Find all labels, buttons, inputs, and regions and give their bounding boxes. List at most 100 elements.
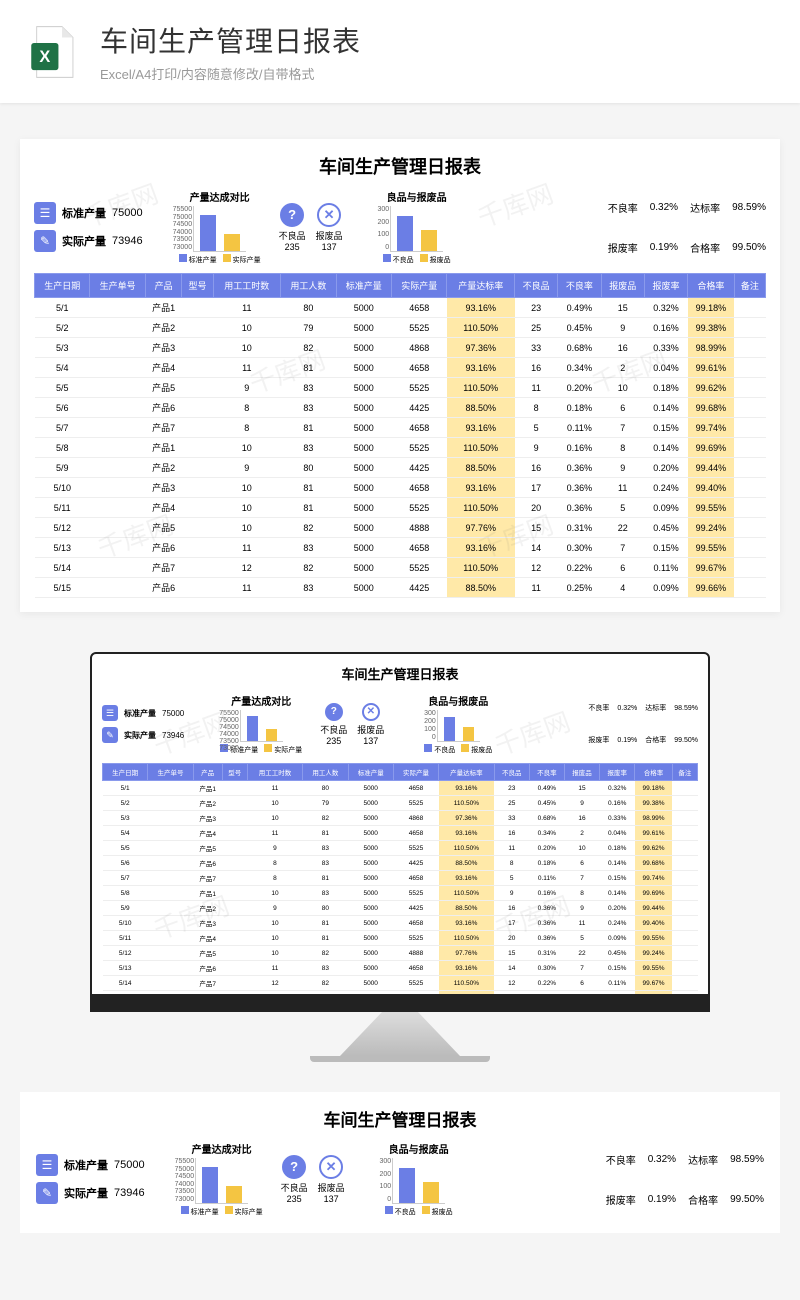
table-row: 5/10产品310815000465893.16%170.36%110.24%9… xyxy=(35,478,766,498)
close-circle-icon: ✕ xyxy=(362,703,380,721)
calendar-icon: ☰ xyxy=(102,705,118,721)
question-icon: ? xyxy=(325,703,343,721)
table-header: 标准产量 xyxy=(348,764,393,781)
table-header: 用工人数 xyxy=(281,274,336,298)
table-header: 产品 xyxy=(193,764,222,781)
table-header: 备注 xyxy=(672,764,697,781)
act-output-label: 实际产量 xyxy=(64,1185,108,1201)
close-circle-icon: ✕ xyxy=(317,203,341,227)
table-row: 5/14产品7128250005525110.50%120.22%60.11%9… xyxy=(103,976,698,991)
std-output-value: 75000 xyxy=(114,1159,145,1171)
table-header: 产量达标率 xyxy=(447,274,515,298)
rate-summary: 不良率0.32%达标率98.59% 报废率0.19%合格率99.50% xyxy=(606,1141,764,1217)
table-header: 生产单号 xyxy=(148,764,193,781)
act-output-value: 73946 xyxy=(114,1187,145,1199)
table-header: 生产单号 xyxy=(90,274,145,298)
table-row: 5/15产品611835000442588.50%110.25%40.09%99… xyxy=(103,991,698,1006)
chart-defect-scrap: 良品与报废品 3002001000 不良品报废品 xyxy=(424,693,492,755)
table-header: 实际产量 xyxy=(393,764,438,781)
table-header: 用工工时数 xyxy=(247,764,302,781)
question-icon: ? xyxy=(280,203,304,227)
table-header: 产量达标率 xyxy=(439,764,494,781)
std-output-value: 75000 xyxy=(162,709,184,718)
chart-defect-scrap: 良品与报废品 3002001000 不良品报废品 xyxy=(383,189,451,265)
report-title: 车间生产管理日报表 xyxy=(102,664,698,683)
production-table: 生产日期生产单号产品型号用工工时数用工人数标准产量实际产量产量达标率不良品不良率… xyxy=(102,763,698,1006)
table-header: 用工人数 xyxy=(303,764,348,781)
table-row: 5/2产品2107950005525110.50%250.45%90.16%99… xyxy=(35,318,766,338)
chart-output-compare: 产量达成对比 755007500074500740007350073000 标准… xyxy=(181,1141,263,1217)
act-output-value: 73946 xyxy=(112,235,143,247)
table-row: 5/6产品68835000442588.50%80.18%60.14%99.68… xyxy=(103,856,698,871)
summary-row: ☰标准产量75000 ✎实际产量73946 产量达成对比 75500750007… xyxy=(34,189,766,265)
act-output-label: 实际产量 xyxy=(62,233,106,249)
table-header: 实际产量 xyxy=(391,274,446,298)
table-row: 5/14产品7128250005525110.50%120.22%60.11%9… xyxy=(35,558,766,578)
table-row: 5/13产品611835000465893.16%140.30%70.15%99… xyxy=(103,961,698,976)
table-row: 5/7产品78815000465893.16%50.11%70.15%99.74… xyxy=(103,871,698,886)
checklist-icon: ✎ xyxy=(36,1182,58,1204)
table-row: 5/5产品598350005525110.50%110.20%100.18%99… xyxy=(103,841,698,856)
report-title: 车间生产管理日报表 xyxy=(34,153,766,179)
excel-file-icon: X xyxy=(24,23,82,81)
summary-row: ☰标准产量75000 ✎实际产量73946 产量达成对比 75500750007… xyxy=(102,693,698,755)
table-header: 用工工时数 xyxy=(213,274,281,298)
checklist-icon: ✎ xyxy=(102,727,118,743)
table-row: 5/11产品4108150005525110.50%200.36%50.09%9… xyxy=(103,931,698,946)
table-header: 不良品 xyxy=(494,764,529,781)
table-row: 5/1产品111805000465893.16%230.49%150.32%99… xyxy=(35,298,766,318)
std-output-label: 标准产量 xyxy=(64,1157,108,1173)
table-header: 合格率 xyxy=(635,764,673,781)
kpi-block: ☰ 标准产量 75000 ✎ 实际产量 73946 xyxy=(102,693,184,755)
table-header: 标准产量 xyxy=(336,274,391,298)
table-row: 5/6产品68835000442588.50%80.18%60.14%99.68… xyxy=(35,398,766,418)
act-output-label: 实际产量 xyxy=(124,730,156,741)
table-row: 5/9产品29805000442588.50%160.36%90.20%99.4… xyxy=(103,901,698,916)
std-output-label: 标准产量 xyxy=(62,205,106,221)
page-title: 车间生产管理日报表 xyxy=(100,20,361,60)
table-row: 5/10产品310815000465893.16%170.36%110.24%9… xyxy=(103,916,698,931)
header-text: 车间生产管理日报表 Excel/A4打印/内容随意修改/自带格式 xyxy=(100,20,361,83)
std-output-label: 标准产量 xyxy=(124,708,156,719)
report-title: 车间生产管理日报表 xyxy=(36,1106,764,1131)
checklist-icon: ✎ xyxy=(34,230,56,252)
template-preview-large: 千库网 千库网 千库网 千库网 千库网 千库网 车间生产管理日报表 ☰标准产量7… xyxy=(20,139,780,612)
table-row: 5/3产品310825000486897.36%330.68%160.33%98… xyxy=(35,338,766,358)
template-preview-strip: 车间生产管理日报表 ☰ 标准产量 75000 ✎ 实际产量 73946 产量达成对比 7… xyxy=(20,1092,780,1233)
monitor-screen: 千库网 千库网 千库网 千库网 车间生产管理日报表 ☰标准产量75000 ✎实际… xyxy=(90,652,710,1012)
table-header: 产品 xyxy=(145,274,182,298)
table-header: 报废品 xyxy=(564,764,599,781)
table-header: 合格率 xyxy=(688,274,735,298)
table-header: 生产日期 xyxy=(35,274,90,298)
table-row: 5/15产品611835000442588.50%110.25%40.09%99… xyxy=(35,578,766,598)
question-icon: ? xyxy=(282,1155,306,1179)
close-circle-icon: ✕ xyxy=(319,1155,343,1179)
table-header: 报废率 xyxy=(600,764,635,781)
table-row: 5/3产品310825000486897.36%330.68%160.33%98… xyxy=(103,811,698,826)
table-header: 生产日期 xyxy=(103,764,148,781)
table-row: 5/1产品111805000465893.16%230.49%150.32%99… xyxy=(103,781,698,796)
chart-output-compare: 产量达成对比 755007500074500740007350073000 标准… xyxy=(179,189,261,265)
table-header: 不良品 xyxy=(515,274,558,298)
table-row: 5/5产品598350005525110.50%110.20%100.18%99… xyxy=(35,378,766,398)
table-header: 备注 xyxy=(734,274,765,298)
stat-icons: ?不良品235 ✕报废品137 xyxy=(281,1141,345,1217)
table-row: 5/4产品411815000465893.16%160.34%20.04%99.… xyxy=(35,358,766,378)
table-row: 5/12产品510825000488897.76%150.31%220.45%9… xyxy=(103,946,698,961)
table-row: 5/7产品78815000465893.16%50.11%70.15%99.74… xyxy=(35,418,766,438)
page-subtitle: Excel/A4打印/内容随意修改/自带格式 xyxy=(100,64,361,83)
table-header: 报废品 xyxy=(601,274,644,298)
rate-summary: 不良率0.32%达标率98.59% 报废率0.19%合格率99.50% xyxy=(608,189,766,265)
act-output-value: 73946 xyxy=(162,731,184,740)
std-output-value: 75000 xyxy=(112,207,143,219)
svg-text:X: X xyxy=(39,47,50,65)
header-banner: X 车间生产管理日报表 Excel/A4打印/内容随意修改/自带格式 xyxy=(0,0,800,103)
calendar-icon: ☰ xyxy=(36,1154,58,1176)
table-row: 5/8产品1108350005525110.50%90.16%80.14%99.… xyxy=(35,438,766,458)
rate-summary: 不良率0.32%达标率98.59% 报废率0.19%合格率99.50% xyxy=(588,693,698,755)
chart-defect-scrap: 良品与报废品 3002001000 不良品报废品 xyxy=(385,1141,453,1217)
monitor-mockup: 千库网 千库网 千库网 千库网 车间生产管理日报表 ☰标准产量75000 ✎实际… xyxy=(0,652,800,1062)
table-header: 不良率 xyxy=(529,764,564,781)
table-row: 5/12产品510825000488897.76%150.31%220.45%9… xyxy=(35,518,766,538)
table-row: 5/8产品1108350005525110.50%90.16%80.14%99.… xyxy=(103,886,698,901)
